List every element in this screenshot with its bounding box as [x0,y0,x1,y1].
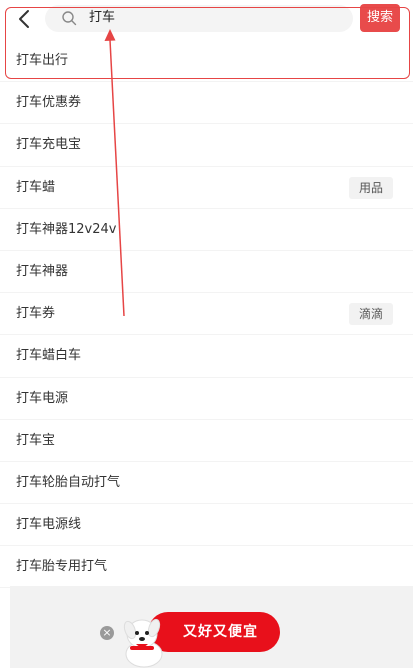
search-button[interactable]: 搜索 [360,4,400,32]
suggestion-label: 打车充电宝 [16,137,82,153]
suggestion-label: 打车宝 [16,432,56,448]
close-icon[interactable]: × [100,626,114,640]
suggestion-label: 打车蜡白车 [16,348,82,364]
chevron-left-icon [19,10,29,28]
suggestion-item[interactable]: 打车券 滴滴 [0,293,413,336]
suggestion-item[interactable]: 打车优惠券 [0,82,413,125]
suggestion-tag[interactable]: 滴滴 [348,303,393,326]
suggestion-item[interactable]: 打车蜡白车 [0,335,413,378]
suggestion-label: 打车蜡 [16,179,56,195]
suggestion-item[interactable]: 打车胎专用打气 [0,546,413,589]
suggestion-tag[interactable]: 用品 [348,176,393,199]
search-header: 打车 搜索 [0,0,413,40]
suggestion-item[interactable]: 打车电源线 [0,504,413,547]
suggestion-label: 打车电源线 [16,517,82,533]
suggestion-item[interactable]: 打车宝 [0,420,413,462]
suggestion-item[interactable]: 打车轮胎自动打气 [0,462,413,505]
suggestion-label: 打车电源 [16,390,69,406]
suggestion-label: 打车胎专用打气 [16,559,108,575]
suggestion-item[interactable]: 打车神器12v24v [0,209,413,251]
search-input[interactable]: 打车 [45,5,353,32]
suggestion-label: 打车出行 [16,53,69,68]
mascot-dog-icon [123,618,163,668]
suggestion-list: 打车出行 打车优惠券 打车充电宝 打车蜡 用品 打车神器12v24v 打车神器 打车券 滴滴 打车… [0,40,413,589]
search-icon [62,11,77,26]
suggestion-item[interactable]: 打车出行 [0,40,413,83]
suggestion-label: 打车轮胎自动打气 [16,474,121,490]
suggestion-item[interactable]: 打车电源 [0,378,413,420]
suggestion-label: 打车神器 [16,263,69,279]
suggestion-item[interactable]: 打车充电宝 [0,124,413,167]
suggestion-label: 打车神器12v24v [16,221,117,237]
suggestion-item[interactable]: 打车蜡 用品 [0,167,413,209]
suggestion-label: 打车券 [16,306,56,322]
promo-text: 又好又便宜 [183,624,258,640]
suggestion-item[interactable]: 打车神器 [0,251,413,294]
suggestion-label: 打车优惠券 [16,95,82,111]
back-button[interactable] [14,8,36,30]
search-query: 打车 [89,10,116,25]
